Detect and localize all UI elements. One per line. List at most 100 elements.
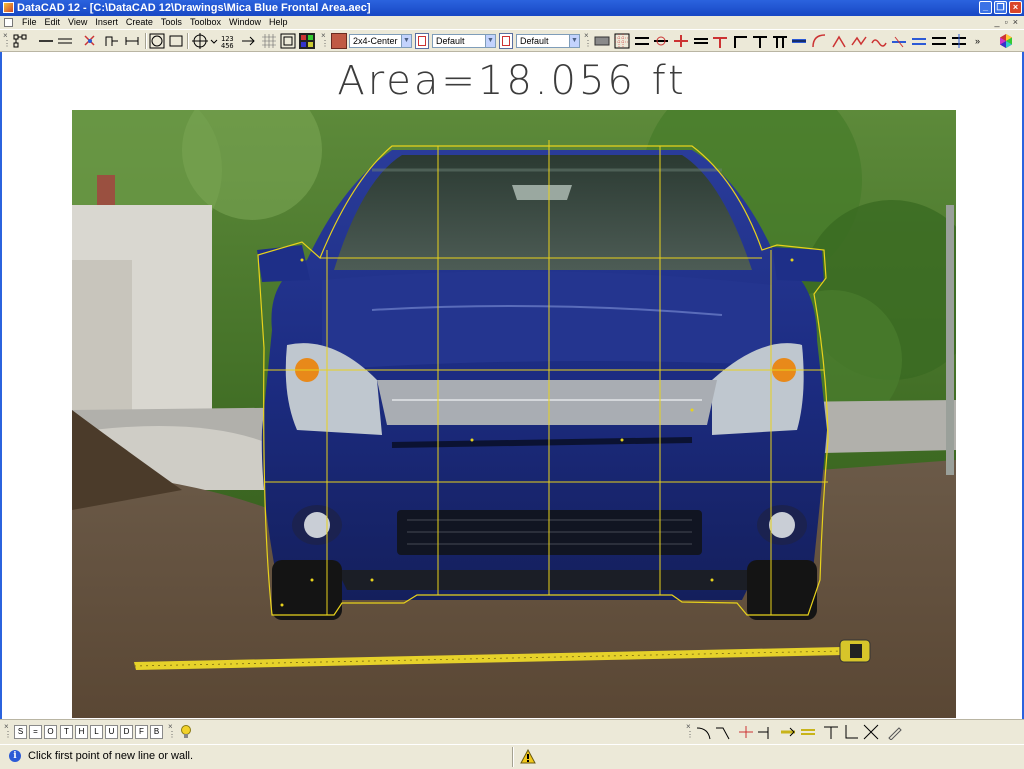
document-icon[interactable] xyxy=(4,18,13,27)
warning-icon[interactable] xyxy=(520,748,536,764)
window-border xyxy=(0,52,2,719)
snap-grid-icon[interactable] xyxy=(12,33,28,49)
double-tee-icon[interactable] xyxy=(772,33,788,49)
menu-window[interactable]: Window xyxy=(225,16,265,29)
toolbar-grip[interactable]: × ⋮ xyxy=(321,32,329,50)
key-f[interactable]: F xyxy=(135,725,148,739)
menu-toolbox[interactable]: Toolbox xyxy=(186,16,225,29)
stretch-icon[interactable] xyxy=(104,33,120,49)
snap-combo[interactable]: 2x4-Center ▼ xyxy=(349,34,412,48)
move-drag-icon[interactable] xyxy=(82,33,98,49)
arrow-right-icon[interactable] xyxy=(241,33,257,49)
chevron-down-icon[interactable]: ▼ xyxy=(401,35,411,47)
key-l[interactable]: L xyxy=(90,725,103,739)
window-title: DataCAD 12 - [C:\DataCAD 12\Drawings\Mic… xyxy=(17,2,371,14)
hatch-swatch[interactable] xyxy=(331,33,347,49)
menu-create[interactable]: Create xyxy=(122,16,157,29)
cross-wall-icon[interactable] xyxy=(673,33,689,49)
snap-combo-value: 2x4-Center xyxy=(353,36,398,46)
key-d[interactable]: D xyxy=(120,725,133,739)
object-snap-icon[interactable] xyxy=(192,33,208,49)
key-u[interactable]: U xyxy=(105,725,118,739)
chevron-down-icon[interactable]: ▼ xyxy=(569,35,579,47)
menu-help[interactable]: Help xyxy=(265,16,292,29)
doc-restore-button[interactable]: ▫ xyxy=(1005,17,1008,28)
toolbar-grip[interactable]: × ⋮ xyxy=(4,723,12,741)
key-equals[interactable]: = xyxy=(29,725,42,739)
extend-both-icon[interactable] xyxy=(800,724,816,740)
title-bar: DataCAD 12 - [C:\DataCAD 12\Drawings\Mic… xyxy=(0,0,1024,16)
dimension-icon[interactable] xyxy=(124,33,140,49)
key-s[interactable]: S xyxy=(14,725,27,739)
toolbar-overflow-icon[interactable]: » xyxy=(975,33,991,49)
drawing-canvas[interactable] xyxy=(72,110,956,718)
toolbar-grip[interactable]: × ⋮ xyxy=(686,723,694,741)
status-message: Click first point of new line or wall. xyxy=(28,750,194,762)
doc-close-button[interactable]: × xyxy=(1013,17,1018,28)
restore-button[interactable]: ❐ xyxy=(994,1,1007,14)
double-line-icon[interactable] xyxy=(57,33,73,49)
rectangle-tool-icon[interactable] xyxy=(168,33,184,49)
window-icon[interactable] xyxy=(791,33,807,49)
extend-icon[interactable] xyxy=(780,724,796,740)
coordinates-icon[interactable]: 123 456 xyxy=(221,33,237,49)
toolbar-grip[interactable]: × ⋮ xyxy=(584,32,592,50)
toolbar-grip[interactable]: × ⋮ xyxy=(3,32,11,50)
wall-extend-icon[interactable] xyxy=(951,33,967,49)
linetype-icon[interactable] xyxy=(415,33,429,49)
menu-file[interactable]: File xyxy=(18,16,41,29)
hatch-pattern-icon[interactable] xyxy=(614,33,630,49)
trim-icon[interactable] xyxy=(756,724,772,740)
offset-wall-icon[interactable] xyxy=(911,33,927,49)
app-icon[interactable] xyxy=(3,2,14,13)
key-o[interactable]: O xyxy=(44,725,57,739)
circle-tool-icon[interactable] xyxy=(149,33,165,49)
toolbar-separator xyxy=(187,33,189,49)
wave-icon[interactable] xyxy=(871,33,887,49)
cross-trim-icon[interactable] xyxy=(863,724,879,740)
toolbar-grip[interactable]: × ⋮ xyxy=(168,723,176,741)
door-icon[interactable] xyxy=(653,33,669,49)
angle-wall-icon[interactable] xyxy=(891,33,907,49)
wall-break-icon[interactable] xyxy=(634,33,650,49)
key-t[interactable]: T xyxy=(60,725,73,739)
chevron-down-icon[interactable]: ▼ xyxy=(485,35,495,47)
chamfer-icon[interactable] xyxy=(715,724,731,740)
corner-wall-icon[interactable] xyxy=(732,33,748,49)
grid-icon[interactable] xyxy=(261,33,277,49)
color-palette-icon[interactable] xyxy=(299,33,315,49)
linetype-combo[interactable]: Default ▼ xyxy=(432,34,496,48)
wall-join-icon[interactable] xyxy=(693,33,709,49)
trim-cross-icon[interactable] xyxy=(738,724,754,740)
layer-combo[interactable]: Default ▼ xyxy=(516,34,580,48)
tee-trim-icon[interactable] xyxy=(823,724,839,740)
color-wheel-icon[interactable] xyxy=(998,33,1014,49)
key-b[interactable]: B xyxy=(150,725,163,739)
lightbulb-icon[interactable] xyxy=(178,724,194,740)
menu-insert[interactable]: Insert xyxy=(91,16,122,29)
arc-wall-icon[interactable] xyxy=(811,33,827,49)
t-intersect-icon[interactable] xyxy=(752,33,768,49)
minimize-button[interactable]: _ xyxy=(979,1,992,14)
wall-tool-icon[interactable] xyxy=(594,33,610,49)
key-h[interactable]: H xyxy=(75,725,88,739)
doc-minimize-button[interactable]: _ xyxy=(995,17,1000,28)
linetype-combo-value: Default xyxy=(436,36,465,46)
line-tool-icon[interactable] xyxy=(38,33,54,49)
wall-align-icon[interactable] xyxy=(931,33,947,49)
arc-wall-2-icon[interactable] xyxy=(831,33,847,49)
layer-icon[interactable] xyxy=(499,33,513,49)
corner-trim-icon[interactable] xyxy=(843,724,859,740)
area-label: Area=18.056 ft xyxy=(337,58,687,104)
tee-wall-icon[interactable] xyxy=(712,33,728,49)
menu-tools[interactable]: Tools xyxy=(157,16,186,29)
layer-frame-icon[interactable] xyxy=(280,33,296,49)
fillet-icon[interactable] xyxy=(696,724,712,740)
menu-view[interactable]: View xyxy=(64,16,91,29)
edit-pen-icon[interactable] xyxy=(887,724,903,740)
curve-icon[interactable] xyxy=(851,33,867,49)
bottom-toolbar: × ⋮ S = O T H L U D F B × ⋮ × ⋮ xyxy=(0,719,1024,744)
status-bar: i Click first point of new line or wall. xyxy=(0,744,1024,769)
close-button[interactable]: × xyxy=(1009,1,1022,14)
menu-edit[interactable]: Edit xyxy=(41,16,65,29)
